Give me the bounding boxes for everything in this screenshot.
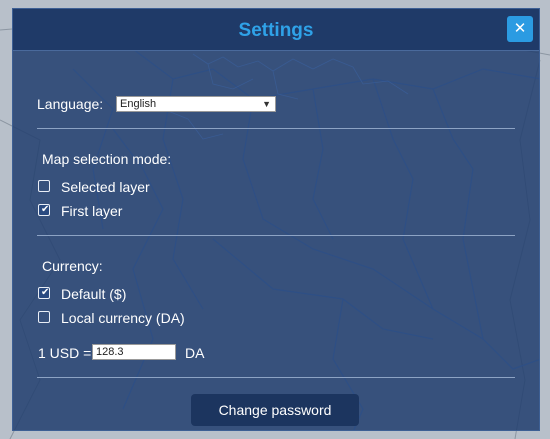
close-icon: ✕	[513, 20, 527, 37]
selected-layer-checkbox[interactable]	[38, 180, 50, 192]
rate-prefix: 1 USD =	[38, 345, 92, 361]
default-currency-label[interactable]: Default ($)	[61, 286, 126, 302]
selected-layer-label[interactable]: Selected layer	[61, 179, 150, 195]
exchange-rate-value: 128.3	[96, 346, 124, 358]
first-layer-label[interactable]: First layer	[61, 203, 122, 219]
checkmark-icon: ✔	[41, 204, 50, 215]
divider	[37, 377, 515, 378]
dialog-map-overlay	[72, 48, 539, 430]
first-layer-checkbox[interactable]: ✔	[38, 204, 50, 216]
exchange-rate-input[interactable]: 128.3	[92, 344, 176, 360]
change-password-button[interactable]: Change password	[191, 394, 359, 426]
local-currency-label[interactable]: Local currency (DA)	[61, 310, 185, 326]
currency-label: Currency:	[42, 258, 103, 274]
divider	[37, 235, 515, 236]
local-currency-checkbox[interactable]	[38, 311, 50, 323]
language-label: Language:	[37, 96, 104, 112]
settings-dialog: Settings ✕ Language: English ▼ Map selec…	[12, 8, 540, 431]
dialog-header: Settings ✕	[13, 9, 539, 51]
close-button[interactable]: ✕	[507, 16, 533, 42]
language-select-value: English	[120, 98, 157, 110]
map-selection-label: Map selection mode:	[42, 151, 172, 167]
chevron-down-icon: ▼	[262, 99, 271, 109]
default-currency-checkbox[interactable]: ✔	[38, 287, 50, 299]
checkmark-icon: ✔	[41, 287, 50, 298]
divider	[37, 128, 515, 129]
rate-suffix: DA	[185, 345, 205, 361]
language-select[interactable]: English ▼	[116, 96, 276, 112]
dialog-title: Settings	[238, 20, 314, 41]
